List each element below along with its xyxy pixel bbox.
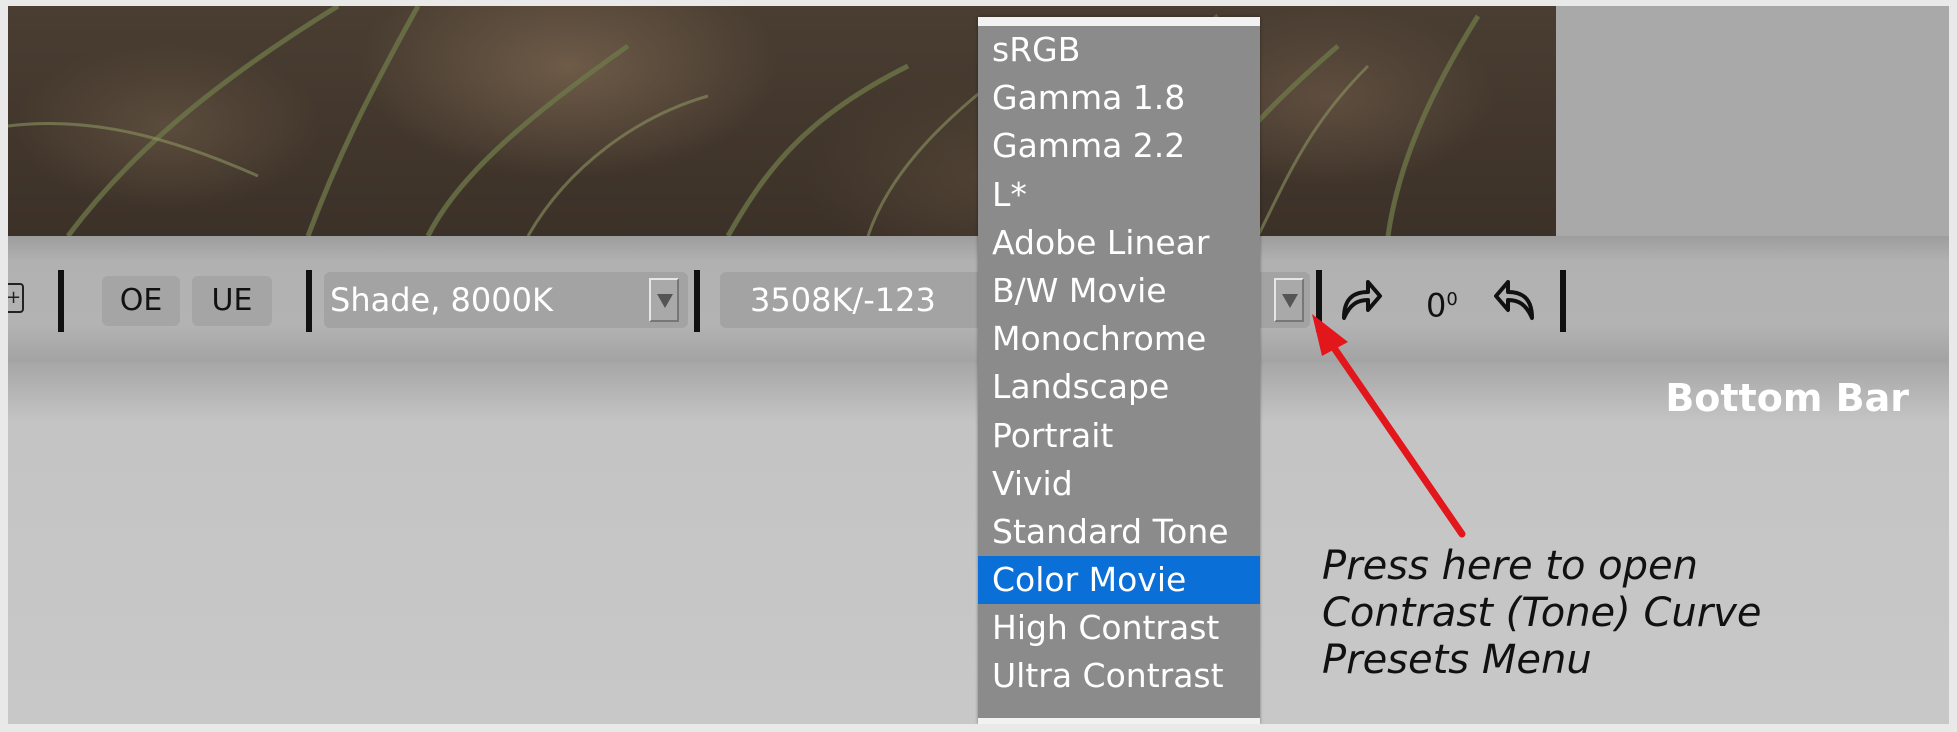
note-line: Presets Menu: [1322, 637, 1592, 683]
annotation-note: Press here to open Contrast (Tone) Curve…: [1322, 543, 1762, 684]
note-line: Contrast (Tone) Curve: [1322, 590, 1762, 636]
note-line: Press here to open: [1322, 543, 1698, 589]
